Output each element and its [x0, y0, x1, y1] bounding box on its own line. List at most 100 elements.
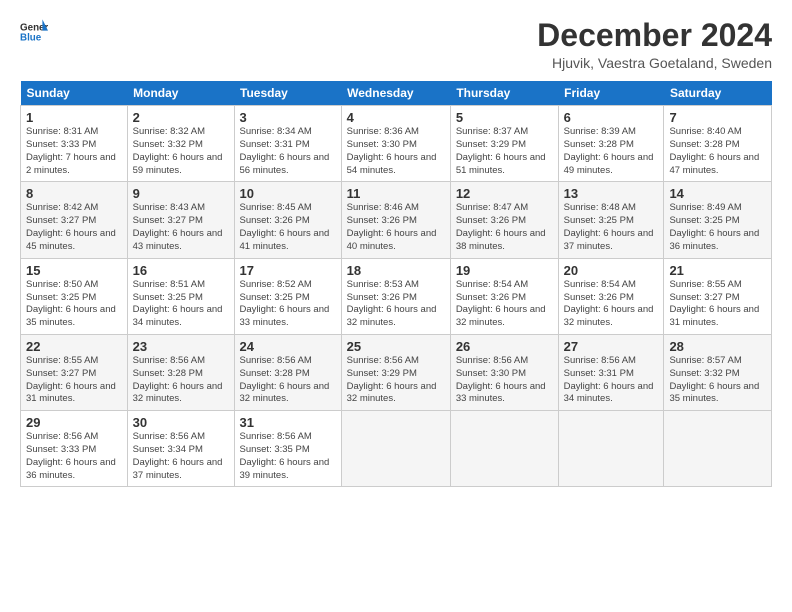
day-number: 9 [133, 186, 229, 201]
cell-info: Sunrise: 8:53 AMSunset: 3:26 PMDaylight:… [347, 279, 445, 330]
title-block: December 2024 Hjuvik, Vaestra Goetaland,… [537, 18, 772, 71]
day-number: 24 [240, 339, 336, 354]
day-number: 19 [456, 263, 553, 278]
cell-info: Sunrise: 8:55 AMSunset: 3:27 PMDaylight:… [26, 355, 122, 406]
header: General Blue December 2024 Hjuvik, Vaest… [20, 18, 772, 71]
table-row: 25 Sunrise: 8:56 AMSunset: 3:29 PMDaylig… [341, 334, 450, 410]
day-number: 2 [133, 110, 229, 125]
table-row: 14 Sunrise: 8:49 AMSunset: 3:25 PMDaylig… [664, 182, 772, 258]
cell-info: Sunrise: 8:51 AMSunset: 3:25 PMDaylight:… [133, 279, 229, 330]
day-number: 22 [26, 339, 122, 354]
cell-info: Sunrise: 8:34 AMSunset: 3:31 PMDaylight:… [240, 126, 336, 177]
calendar-row: 15 Sunrise: 8:50 AMSunset: 3:25 PMDaylig… [21, 258, 772, 334]
cell-info: Sunrise: 8:52 AMSunset: 3:25 PMDaylight:… [240, 279, 336, 330]
cell-info: Sunrise: 8:37 AMSunset: 3:29 PMDaylight:… [456, 126, 553, 177]
calendar-row: 29 Sunrise: 8:56 AMSunset: 3:33 PMDaylig… [21, 411, 772, 487]
table-row [664, 411, 772, 487]
day-number: 20 [564, 263, 659, 278]
table-row: 26 Sunrise: 8:56 AMSunset: 3:30 PMDaylig… [450, 334, 558, 410]
table-row: 23 Sunrise: 8:56 AMSunset: 3:28 PMDaylig… [127, 334, 234, 410]
cell-info: Sunrise: 8:39 AMSunset: 3:28 PMDaylight:… [564, 126, 659, 177]
cell-info: Sunrise: 8:36 AMSunset: 3:30 PMDaylight:… [347, 126, 445, 177]
cell-info: Sunrise: 8:31 AMSunset: 3:33 PMDaylight:… [26, 126, 122, 177]
cell-info: Sunrise: 8:54 AMSunset: 3:26 PMDaylight:… [564, 279, 659, 330]
day-number: 1 [26, 110, 122, 125]
cell-info: Sunrise: 8:55 AMSunset: 3:27 PMDaylight:… [669, 279, 766, 330]
table-row: 24 Sunrise: 8:56 AMSunset: 3:28 PMDaylig… [234, 334, 341, 410]
day-number: 15 [26, 263, 122, 278]
table-row: 21 Sunrise: 8:55 AMSunset: 3:27 PMDaylig… [664, 258, 772, 334]
day-number: 7 [669, 110, 766, 125]
table-row [341, 411, 450, 487]
day-number: 18 [347, 263, 445, 278]
table-row: 19 Sunrise: 8:54 AMSunset: 3:26 PMDaylig… [450, 258, 558, 334]
header-friday: Friday [558, 81, 664, 106]
header-thursday: Thursday [450, 81, 558, 106]
header-wednesday: Wednesday [341, 81, 450, 106]
table-row: 29 Sunrise: 8:56 AMSunset: 3:33 PMDaylig… [21, 411, 128, 487]
table-row: 18 Sunrise: 8:53 AMSunset: 3:26 PMDaylig… [341, 258, 450, 334]
day-number: 31 [240, 415, 336, 430]
cell-info: Sunrise: 8:46 AMSunset: 3:26 PMDaylight:… [347, 202, 445, 253]
cell-info: Sunrise: 8:56 AMSunset: 3:29 PMDaylight:… [347, 355, 445, 406]
day-number: 5 [456, 110, 553, 125]
day-number: 16 [133, 263, 229, 278]
table-row: 28 Sunrise: 8:57 AMSunset: 3:32 PMDaylig… [664, 334, 772, 410]
table-row [450, 411, 558, 487]
cell-info: Sunrise: 8:56 AMSunset: 3:33 PMDaylight:… [26, 431, 122, 482]
page: General Blue December 2024 Hjuvik, Vaest… [0, 0, 792, 612]
day-number: 4 [347, 110, 445, 125]
table-row: 8 Sunrise: 8:42 AMSunset: 3:27 PMDayligh… [21, 182, 128, 258]
day-number: 29 [26, 415, 122, 430]
table-row: 12 Sunrise: 8:47 AMSunset: 3:26 PMDaylig… [450, 182, 558, 258]
cell-info: Sunrise: 8:32 AMSunset: 3:32 PMDaylight:… [133, 126, 229, 177]
cell-info: Sunrise: 8:50 AMSunset: 3:25 PMDaylight:… [26, 279, 122, 330]
calendar-row: 22 Sunrise: 8:55 AMSunset: 3:27 PMDaylig… [21, 334, 772, 410]
logo: General Blue [20, 18, 52, 46]
table-row: 1 Sunrise: 8:31 AMSunset: 3:33 PMDayligh… [21, 106, 128, 182]
cell-info: Sunrise: 8:57 AMSunset: 3:32 PMDaylight:… [669, 355, 766, 406]
table-row: 31 Sunrise: 8:56 AMSunset: 3:35 PMDaylig… [234, 411, 341, 487]
cell-info: Sunrise: 8:56 AMSunset: 3:35 PMDaylight:… [240, 431, 336, 482]
table-row: 6 Sunrise: 8:39 AMSunset: 3:28 PMDayligh… [558, 106, 664, 182]
day-number: 27 [564, 339, 659, 354]
table-row: 20 Sunrise: 8:54 AMSunset: 3:26 PMDaylig… [558, 258, 664, 334]
day-number: 21 [669, 263, 766, 278]
table-row: 16 Sunrise: 8:51 AMSunset: 3:25 PMDaylig… [127, 258, 234, 334]
table-row: 10 Sunrise: 8:45 AMSunset: 3:26 PMDaylig… [234, 182, 341, 258]
header-saturday: Saturday [664, 81, 772, 106]
day-number: 14 [669, 186, 766, 201]
day-number: 12 [456, 186, 553, 201]
table-row: 4 Sunrise: 8:36 AMSunset: 3:30 PMDayligh… [341, 106, 450, 182]
header-sunday: Sunday [21, 81, 128, 106]
day-number: 10 [240, 186, 336, 201]
table-row: 22 Sunrise: 8:55 AMSunset: 3:27 PMDaylig… [21, 334, 128, 410]
cell-info: Sunrise: 8:43 AMSunset: 3:27 PMDaylight:… [133, 202, 229, 253]
day-number: 23 [133, 339, 229, 354]
table-row: 2 Sunrise: 8:32 AMSunset: 3:32 PMDayligh… [127, 106, 234, 182]
cell-info: Sunrise: 8:56 AMSunset: 3:34 PMDaylight:… [133, 431, 229, 482]
day-number: 13 [564, 186, 659, 201]
cell-info: Sunrise: 8:49 AMSunset: 3:25 PMDaylight:… [669, 202, 766, 253]
table-row: 15 Sunrise: 8:50 AMSunset: 3:25 PMDaylig… [21, 258, 128, 334]
day-number: 17 [240, 263, 336, 278]
main-title: December 2024 [537, 18, 772, 53]
cell-info: Sunrise: 8:40 AMSunset: 3:28 PMDaylight:… [669, 126, 766, 177]
day-number: 26 [456, 339, 553, 354]
calendar-row: 1 Sunrise: 8:31 AMSunset: 3:33 PMDayligh… [21, 106, 772, 182]
day-number: 3 [240, 110, 336, 125]
cell-info: Sunrise: 8:48 AMSunset: 3:25 PMDaylight:… [564, 202, 659, 253]
day-number: 30 [133, 415, 229, 430]
svg-text:Blue: Blue [20, 32, 42, 43]
cell-info: Sunrise: 8:56 AMSunset: 3:31 PMDaylight:… [564, 355, 659, 406]
cell-info: Sunrise: 8:42 AMSunset: 3:27 PMDaylight:… [26, 202, 122, 253]
table-row: 30 Sunrise: 8:56 AMSunset: 3:34 PMDaylig… [127, 411, 234, 487]
logo-icon: General Blue [20, 18, 48, 46]
calendar-header-row: Sunday Monday Tuesday Wednesday Thursday… [21, 81, 772, 106]
table-row: 17 Sunrise: 8:52 AMSunset: 3:25 PMDaylig… [234, 258, 341, 334]
cell-info: Sunrise: 8:54 AMSunset: 3:26 PMDaylight:… [456, 279, 553, 330]
table-row: 5 Sunrise: 8:37 AMSunset: 3:29 PMDayligh… [450, 106, 558, 182]
header-tuesday: Tuesday [234, 81, 341, 106]
calendar-table: Sunday Monday Tuesday Wednesday Thursday… [20, 81, 772, 487]
table-row: 7 Sunrise: 8:40 AMSunset: 3:28 PMDayligh… [664, 106, 772, 182]
